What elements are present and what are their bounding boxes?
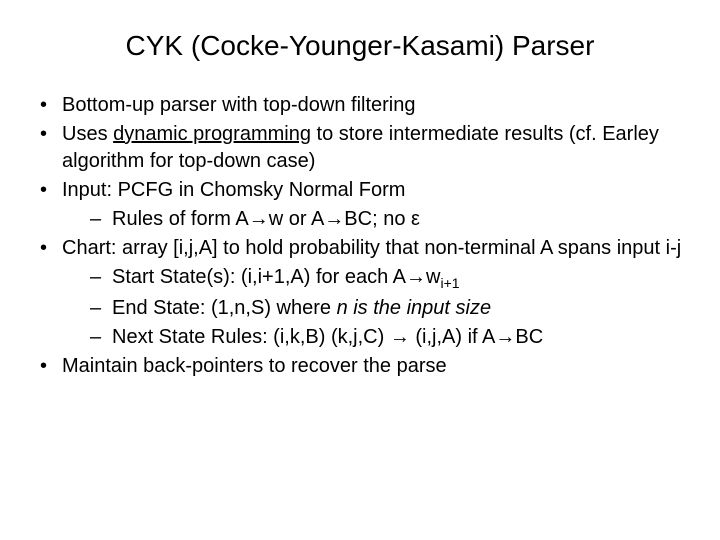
sub-bullet-text: End State: (1,n,S) where bbox=[112, 297, 337, 319]
subscript: i+1 bbox=[440, 275, 459, 291]
italic-text: n is the input size bbox=[337, 297, 492, 319]
bullet-text: Input: PCFG in Chomsky Normal Form bbox=[62, 179, 405, 201]
bullet-list: Bottom-up parser with top-down filtering… bbox=[30, 92, 690, 380]
sub-bullet-text: Start State(s): (i,i+1,A) for each A→w bbox=[112, 266, 440, 288]
sub-bullet-item: Next State Rules: (i,k,B) (k,j,C) → (i,j… bbox=[90, 324, 690, 351]
bullet-item: Chart: array [i,j,A] to hold probability… bbox=[40, 235, 690, 351]
bullet-text: Bottom-up parser with top-down filtering bbox=[62, 94, 416, 116]
bullet-item: Uses dynamic programming to store interm… bbox=[40, 121, 690, 175]
slide: CYK (Cocke-Younger-Kasami) Parser Bottom… bbox=[0, 0, 720, 540]
bullet-item: Maintain back-pointers to recover the pa… bbox=[40, 353, 690, 380]
bullet-text: Maintain back-pointers to recover the pa… bbox=[62, 355, 447, 377]
sub-bullet-list: Start State(s): (i,i+1,A) for each A→wi+… bbox=[62, 264, 690, 351]
sub-bullet-list: Rules of form A→w or A→BC; no ε bbox=[62, 206, 690, 233]
bullet-text: Uses bbox=[62, 123, 113, 145]
sub-bullet-text: Next State Rules: (i,k,B) (k,j,C) → (i,j… bbox=[112, 326, 543, 348]
bullet-item: Input: PCFG in Chomsky Normal Form Rules… bbox=[40, 177, 690, 233]
bullet-text: Chart: array [i,j,A] to hold probability… bbox=[62, 237, 681, 259]
sub-bullet-text: Rules of form A→w or A→BC; no ε bbox=[112, 208, 420, 230]
sub-bullet-item: End State: (1,n,S) where n is the input … bbox=[90, 295, 690, 322]
underlined-text: dynamic programming bbox=[113, 123, 311, 145]
bullet-item: Bottom-up parser with top-down filtering bbox=[40, 92, 690, 119]
slide-title: CYK (Cocke-Younger-Kasami) Parser bbox=[30, 30, 690, 62]
sub-bullet-item: Rules of form A→w or A→BC; no ε bbox=[90, 206, 690, 233]
sub-bullet-item: Start State(s): (i,i+1,A) for each A→wi+… bbox=[90, 264, 690, 293]
